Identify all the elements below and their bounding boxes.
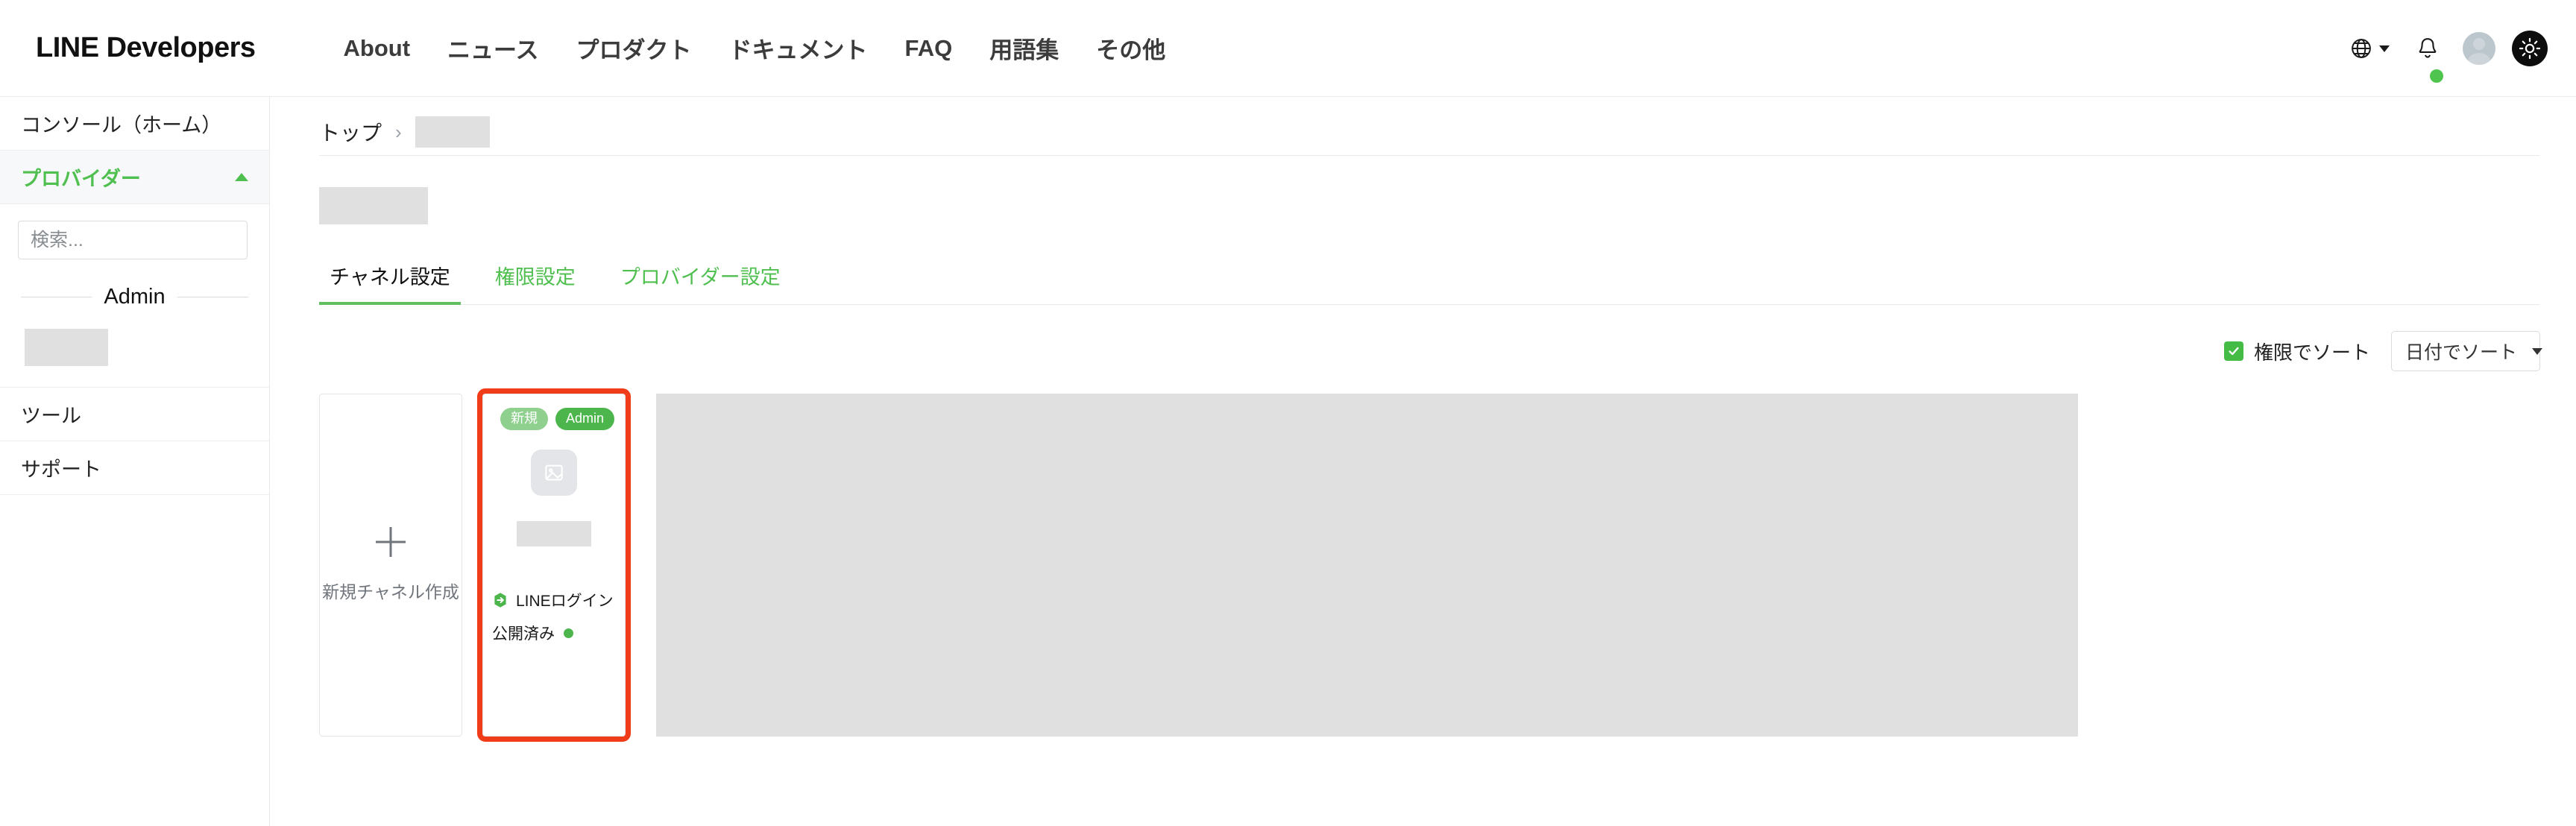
sidebar-item-tools[interactable]: ツール	[0, 388, 269, 441]
channel-type-label: LINEログイン	[516, 593, 614, 610]
breadcrumb: トップ ›	[271, 97, 2576, 148]
sidebar-provider-item-redacted[interactable]	[25, 329, 108, 366]
channel-card-badges: 新規 Admin	[500, 408, 614, 430]
page-title-redacted	[319, 187, 428, 224]
checkbox-checked-icon	[2223, 341, 2243, 361]
sidebar-item-provider[interactable]: プロバイダー	[0, 151, 269, 204]
channel-thumbnail	[531, 450, 577, 496]
channel-name-redacted	[517, 521, 591, 546]
channel-card-grid: 新規チャネル作成 新規 Admin LINEログイン 公開済み	[319, 388, 2576, 742]
plus-icon	[376, 527, 406, 557]
header-actions	[2340, 0, 2548, 97]
nav-item-glossary[interactable]: 用語集	[971, 31, 1077, 65]
status-badge-new: 新規	[500, 408, 548, 430]
sidebar-group-admin: Admin	[18, 285, 251, 309]
sidebar-provider-panel: Admin	[0, 204, 269, 388]
notification-badge-dot	[2430, 69, 2443, 83]
tab-provider-settings[interactable]: プロバイダー設定	[610, 261, 791, 305]
nav-item-other[interactable]: その他	[1077, 31, 1184, 65]
list-toolbar: 権限でソート 日付でソート	[271, 330, 2543, 373]
sun-icon	[2519, 37, 2541, 60]
sort-dropdown[interactable]: 日付でソート	[2391, 331, 2543, 371]
nav-item-documents[interactable]: ドキュメント	[710, 31, 886, 65]
breadcrumb-root[interactable]: トップ	[319, 117, 382, 147]
status-badge-role: Admin	[555, 408, 614, 430]
theme-toggle-button[interactable]	[2512, 31, 2548, 66]
language-selector[interactable]	[2340, 37, 2400, 60]
chevron-down-icon	[2379, 45, 2390, 52]
tab-permission-settings[interactable]: 権限設定	[485, 261, 586, 305]
channel-card[interactable]: 新規 Admin LINEログイン 公開済み	[477, 388, 631, 742]
brand-logo[interactable]: LINE Developers	[36, 32, 256, 64]
status-dot-icon	[564, 628, 573, 638]
channel-list-redacted-block	[656, 394, 2078, 737]
sort-by-role-label: 権限でソート	[2253, 341, 2370, 364]
tab-bar: チャネル設定 権限設定 プロバイダー設定	[319, 261, 2540, 305]
sidebar-item-console-home[interactable]: コンソール（ホーム）	[0, 97, 269, 151]
breadcrumb-divider	[319, 155, 2540, 156]
notifications-button[interactable]	[2400, 37, 2455, 83]
nav-item-products[interactable]: プロダクト	[557, 31, 710, 65]
create-channel-card[interactable]: 新規チャネル作成	[319, 394, 462, 737]
chevron-up-icon	[235, 173, 248, 181]
globe-icon	[2350, 37, 2372, 60]
breadcrumb-current-redacted	[415, 116, 490, 148]
sidebar-item-provider-label: プロバイダー	[21, 168, 141, 190]
channel-type: LINEログイン	[492, 589, 625, 611]
tab-channel-settings[interactable]: チャネル設定	[319, 261, 461, 305]
main-content: トップ › チャネル設定 権限設定 プロバイダー設定 権限でソート 日付でソート…	[271, 97, 2576, 826]
sidebar-item-support[interactable]: サポート	[0, 441, 269, 495]
app-header: LINE Developers About ニュース プロダクト ドキュメント …	[0, 0, 2576, 97]
search-input[interactable]	[18, 221, 248, 259]
sidebar-group-label: Admin	[104, 285, 166, 309]
image-placeholder-icon	[543, 461, 565, 484]
avatar[interactable]	[2463, 32, 2495, 65]
nav-item-news[interactable]: ニュース	[429, 31, 557, 65]
main-navigation: About ニュース プロダクト ドキュメント FAQ 用語集 その他	[325, 31, 1185, 65]
breadcrumb-separator-icon: ›	[395, 121, 402, 143]
chevron-down-icon	[2532, 347, 2543, 355]
sort-by-role-checkbox[interactable]: 権限でソート	[2223, 338, 2370, 365]
nav-item-faq[interactable]: FAQ	[886, 35, 971, 62]
channel-status: 公開済み	[492, 622, 625, 644]
nav-item-about[interactable]: About	[325, 35, 429, 62]
channel-status-label: 公開済み	[492, 625, 555, 643]
bell-icon	[2416, 37, 2439, 60]
line-login-icon	[492, 592, 508, 608]
sort-dropdown-value: 日付でソート	[2405, 342, 2518, 363]
sidebar: コンソール（ホーム） プロバイダー Admin ツール サポート	[0, 97, 270, 826]
create-channel-label: 新規チャネル作成	[322, 582, 459, 602]
